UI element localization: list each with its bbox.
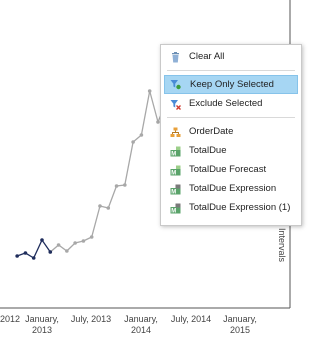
x-tick-label: 2014	[131, 325, 151, 335]
svg-text:M: M	[171, 209, 176, 214]
svg-text:M: M	[171, 171, 176, 176]
menu-item-label: OrderDate	[189, 126, 234, 137]
series-other-point[interactable]	[114, 184, 119, 188]
x-tick-label: July, 2014	[171, 314, 211, 324]
menu-item-label: TotalDue Forecast	[189, 164, 267, 175]
menu-separator	[167, 117, 295, 118]
series-selected-point[interactable]	[23, 251, 28, 255]
menu-item-clear-all[interactable]: Clear All	[164, 47, 298, 66]
series-selected-point[interactable]	[15, 254, 19, 258]
menu-item-orderdate[interactable]: OrderDate	[164, 122, 298, 141]
hierarchy-icon	[170, 126, 181, 137]
series-selected-point[interactable]	[40, 238, 44, 242]
menu-item-label: TotalDue	[189, 145, 227, 156]
series-other-point[interactable]	[123, 183, 127, 187]
x-tick-label: 2013	[32, 325, 52, 335]
svg-text:M: M	[171, 190, 176, 195]
menu-item-totaldue-forecast[interactable]: M TotalDue Forecast	[164, 160, 298, 179]
x-tick-label: January,	[124, 314, 158, 324]
context-menu: Clear All Keep Only Selected Exclude Selec…	[160, 44, 302, 226]
x-tick-label: January,	[25, 314, 59, 324]
menu-item-keep-only-selected[interactable]: Keep Only Selected	[164, 75, 298, 94]
measure-icon: M	[170, 164, 181, 177]
menu-item-totaldue[interactable]: M TotalDue	[164, 141, 298, 160]
series-other-point[interactable]	[89, 235, 94, 239]
intervals-label: Intervals	[277, 228, 287, 263]
series-other-point[interactable]	[139, 133, 144, 137]
menu-item-label: Keep Only Selected	[190, 79, 274, 90]
menu-item-exclude-selected[interactable]: Exclude Selected	[164, 94, 298, 113]
menu-item-label: TotalDue Expression (1)	[189, 202, 291, 213]
menu-separator	[167, 70, 295, 71]
measure-calc-icon: M	[170, 183, 181, 196]
menu-item-label: Clear All	[189, 51, 225, 62]
series-selected-point[interactable]	[48, 250, 53, 254]
svg-text:M: M	[171, 152, 176, 157]
series-other-point[interactable]	[56, 243, 61, 247]
menu-item-totaldue-expression-1[interactable]: M TotalDue Expression (1)	[164, 198, 298, 217]
x-tick-label: January,	[223, 314, 257, 324]
series-selected-point[interactable]	[31, 256, 36, 260]
exclude-filter-icon	[170, 98, 181, 110]
series-other-point[interactable]	[65, 249, 69, 253]
keep-filter-icon	[170, 79, 181, 90]
x-tick-label: 2012	[0, 314, 20, 324]
trash-icon	[170, 51, 181, 63]
measure-calc-icon: M	[170, 202, 181, 215]
series-other-point[interactable]	[131, 140, 135, 144]
x-tick-label: 2015	[230, 325, 250, 335]
menu-item-label: TotalDue Expression	[189, 183, 277, 194]
series-other-point[interactable]	[73, 241, 77, 245]
series-other-point[interactable]	[147, 89, 152, 93]
series-other-point[interactable]	[106, 206, 111, 210]
menu-item-label: Exclude Selected	[189, 98, 263, 109]
series-selected-line[interactable]	[16, 238, 51, 259]
measure-icon: M	[170, 145, 181, 158]
series-other-point[interactable]	[98, 204, 102, 208]
series-other-point[interactable]	[81, 239, 86, 243]
menu-item-totaldue-expression[interactable]: M TotalDue Expression	[164, 179, 298, 198]
x-tick-label: July, 2013	[71, 314, 111, 324]
